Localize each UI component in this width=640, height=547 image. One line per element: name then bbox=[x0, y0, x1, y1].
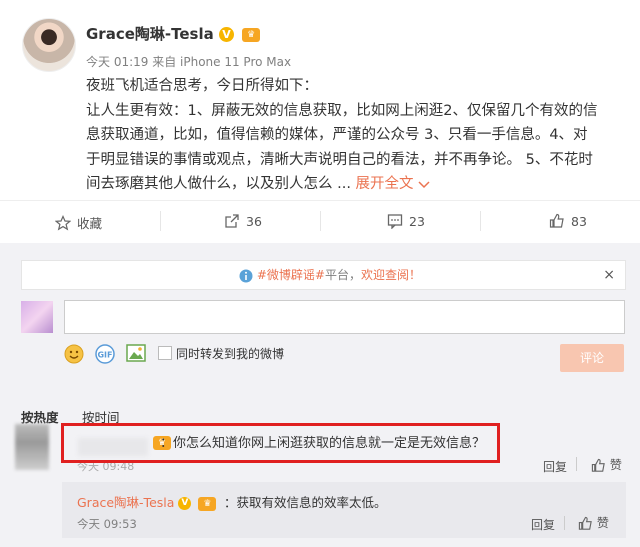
repost-count: 36 bbox=[246, 214, 262, 229]
expand-full-text-link[interactable]: 展开全文 bbox=[356, 176, 431, 192]
divider bbox=[320, 211, 321, 231]
post-line: 让人生更有效：1、屏蔽无效的信息获取，比如网上闲逛2、仅保留几个有效的信 bbox=[86, 102, 598, 119]
favorite-label: 收藏 bbox=[77, 216, 103, 231]
submit-comment-button[interactable]: 评论 bbox=[560, 344, 624, 372]
reply-author-name[interactable]: Grace陶琳-Tesla bbox=[77, 495, 174, 510]
like-count: 83 bbox=[571, 214, 587, 229]
reply-like-button[interactable]: 赞 bbox=[578, 514, 609, 531]
highlight-box bbox=[61, 423, 500, 463]
like-label: 赞 bbox=[609, 458, 622, 472]
info-icon bbox=[239, 269, 253, 282]
comment-count: 23 bbox=[409, 214, 425, 229]
reply-author: Grace陶琳-Tesla V ♛ bbox=[77, 492, 217, 511]
weibo-post: Grace陶琳-Tesla V ♛ 今天 01:19 来自 iPhone 11 … bbox=[0, 0, 640, 200]
comment-input[interactable] bbox=[64, 300, 625, 334]
notice-link[interactable]: 欢迎查阅！ bbox=[361, 268, 421, 282]
like-icon bbox=[591, 458, 605, 472]
divider bbox=[160, 211, 161, 231]
author-name-row: Grace陶琳-Tesla V ♛ bbox=[86, 23, 261, 44]
divider bbox=[576, 457, 577, 471]
post-action-bar: 收藏 36 23 83 bbox=[0, 200, 640, 244]
repost-icon bbox=[225, 214, 239, 228]
like-icon bbox=[549, 213, 564, 228]
divider bbox=[480, 211, 481, 231]
favorite-button[interactable]: 收藏 bbox=[54, 213, 103, 232]
verified-badge-icon: V bbox=[178, 497, 192, 510]
post-line: 间去琢磨其他人做什么，以及别人怎么 ... 展开全文 bbox=[86, 172, 624, 197]
notice-text: #微博辟谣#平台，欢迎查阅！ bbox=[239, 261, 421, 289]
close-icon[interactable]: × bbox=[603, 261, 615, 289]
author-avatar[interactable] bbox=[22, 18, 76, 72]
rumor-notice-bar: #微博辟谣#平台，欢迎查阅！ × bbox=[21, 260, 626, 290]
repost-checkbox[interactable] bbox=[158, 346, 172, 360]
expand-label: 展开全文 bbox=[355, 176, 414, 192]
vip-level-icon: ♛ bbox=[242, 27, 261, 42]
my-avatar bbox=[21, 301, 53, 333]
reply-reply-button[interactable]: 回复 bbox=[531, 516, 555, 533]
post-line-text: 间去琢磨其他人做什么，以及别人怎么 ... bbox=[86, 176, 351, 192]
post-line: 夜班飞机适合思考，今日所得如下： bbox=[86, 78, 318, 94]
notice-mid: 平台， bbox=[324, 268, 361, 282]
reply-time: 今天 09:53 bbox=[77, 517, 137, 531]
repost-option-label: 同时转发到我的微博 bbox=[176, 347, 285, 361]
star-icon bbox=[54, 215, 72, 231]
comment-icon bbox=[387, 214, 403, 230]
author-name[interactable]: Grace陶琳-Tesla bbox=[86, 25, 214, 43]
notice-hashtag[interactable]: #微博辟谣# bbox=[257, 268, 325, 282]
vip-level-icon: ♛ bbox=[198, 496, 217, 511]
svg-text:GIF: GIF bbox=[97, 351, 112, 360]
repost-button[interactable]: 36 bbox=[224, 213, 262, 229]
post-meta: 今天 01:19 来自 iPhone 11 Pro Max bbox=[86, 55, 292, 69]
reply-text: ：获取有效信息的效率太低。 bbox=[224, 495, 387, 510]
chevron-down-icon bbox=[418, 181, 430, 189]
post-content: 夜班飞机适合思考，今日所得如下： 让人生更有效：1、屏蔽无效的信息获取，比如网上… bbox=[86, 74, 624, 197]
like-label: 赞 bbox=[596, 516, 609, 530]
reply-button[interactable]: 回复 bbox=[543, 458, 567, 475]
image-icon[interactable] bbox=[126, 344, 146, 365]
smiley-icon[interactable] bbox=[64, 344, 84, 367]
post-line: 于明显错误的事情或观点，清晰大声说明自己的看法，并不再争论。 5、不花时 bbox=[86, 151, 593, 168]
like-button[interactable]: 83 bbox=[549, 213, 587, 229]
comment-button[interactable]: 23 bbox=[387, 213, 425, 230]
post-line: 息获取通道，比如，值得信赖的媒体，严谨的公众号 3、只看一手信息。4、对 bbox=[86, 127, 588, 143]
gif-icon[interactable]: GIF bbox=[95, 344, 115, 367]
comment-like-button[interactable]: 赞 bbox=[591, 456, 622, 473]
verified-badge-icon: V bbox=[218, 27, 234, 42]
commenter-avatar[interactable] bbox=[15, 424, 49, 470]
divider bbox=[564, 516, 565, 530]
like-icon bbox=[578, 516, 592, 530]
